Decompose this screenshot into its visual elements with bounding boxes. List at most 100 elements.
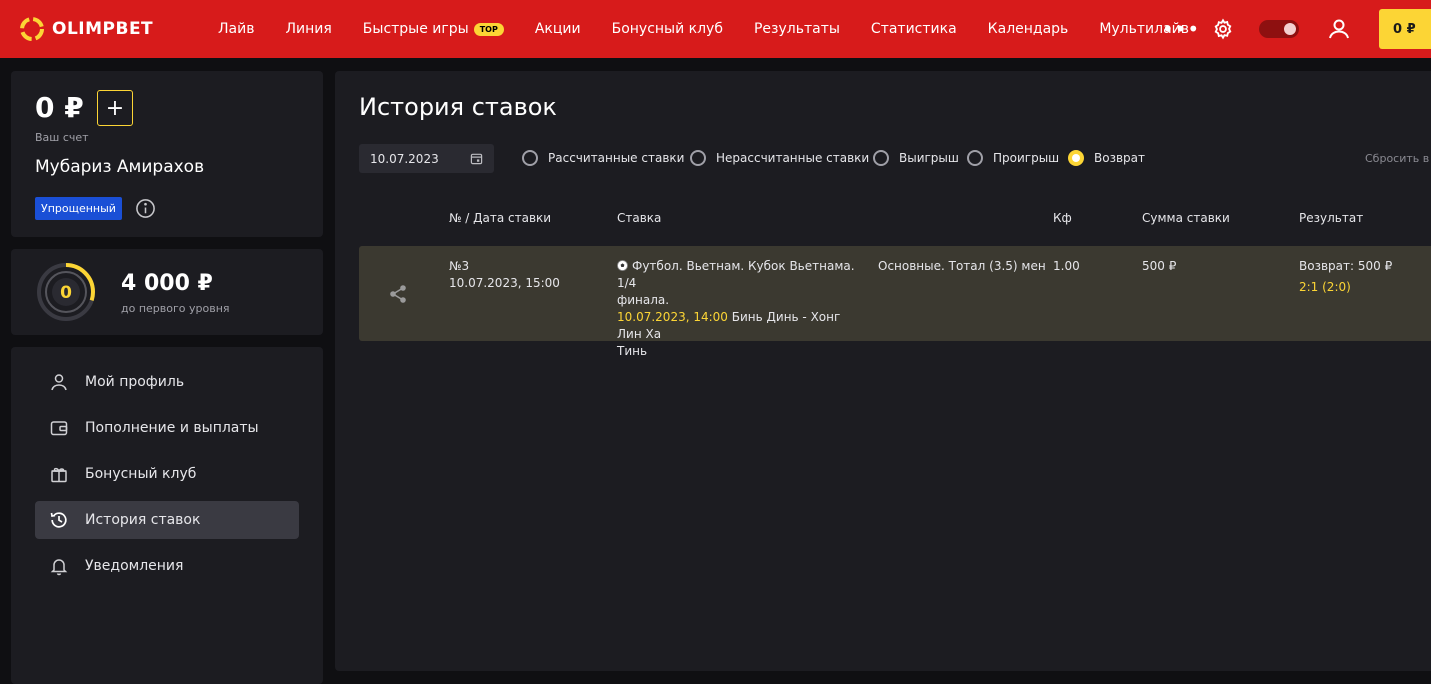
top-badge: TOP (473, 22, 504, 36)
menu-label: Мой профиль (85, 374, 185, 390)
filter-label: Рассчитанные ставки (548, 151, 685, 165)
reset-filters-link[interactable]: Сбросить в (1365, 152, 1429, 165)
result-score: 2:1 (2:0) (1299, 280, 1351, 294)
main-nav: Лайв Линия Быстрые игры TOP Акции Бонусны… (218, 0, 1220, 58)
radio-refund[interactable] (1068, 150, 1084, 166)
bet-event: Футбол. Вьетнам. Кубок Вьетнама. 1/4 фин… (617, 258, 862, 360)
nav-live[interactable]: Лайв (218, 21, 254, 37)
wallet-icon (50, 421, 68, 436)
bet-odds: 1.00 (1053, 259, 1080, 273)
logo[interactable]: OLIMPBET (18, 15, 153, 43)
calendar-icon (470, 153, 483, 165)
profile-button[interactable] (1324, 0, 1354, 58)
football-icon (617, 260, 628, 271)
filter-label: Проигрыш (993, 151, 1060, 165)
radio-settled[interactable] (522, 150, 538, 166)
column-header-bet: Ставка (617, 211, 662, 225)
nav-promos[interactable]: Акции (535, 21, 581, 37)
level-amount: 4 000 ₽ (121, 271, 213, 296)
toggle-track (1259, 20, 1299, 38)
more-menu-icon[interactable]: ••• (1162, 0, 1199, 58)
column-header-result: Результат (1299, 211, 1364, 225)
table-row[interactable]: №3 10.07.2023, 15:00 Футбол. Вьетнам. Ку… (359, 246, 1431, 358)
date-picker[interactable]: 10.07.2023 (359, 144, 494, 173)
page-title: История ставок (359, 93, 557, 121)
settings-button[interactable] (1210, 0, 1236, 58)
gear-icon (1214, 18, 1232, 40)
bet-history-panel: История ставок 10.07.2023 Рассчитанные с… (335, 71, 1431, 671)
nav-label: Акции (534, 21, 581, 37)
menu-item-payments[interactable]: Пополнение и выплаты (35, 409, 299, 447)
status-badge[interactable]: Упрощенный (35, 197, 122, 220)
filter-unsettled[interactable]: Нерассчитанные ставки (690, 150, 869, 166)
nav-label: Быстрые игры (362, 21, 469, 37)
nav-calendar[interactable]: Календарь (988, 21, 1069, 37)
account-panel: 0 ₽ + Ваш счет Мубариз Амирахов Упрощенн… (11, 71, 323, 237)
menu-item-bet-history[interactable]: История ставок (35, 501, 299, 539)
event-title-cont: финала. (617, 293, 670, 307)
menu-item-bonus-club[interactable]: Бонусный клуб (35, 455, 299, 493)
nav-label: Бонусный клуб (611, 21, 723, 37)
theme-toggle[interactable] (1258, 0, 1300, 58)
logo-text: OLIMPBET (52, 19, 154, 39)
filter-label: Возврат (1094, 151, 1145, 165)
menu-item-notifications[interactable]: Уведомления (35, 547, 299, 585)
column-header-stake: Сумма ставки (1142, 211, 1230, 225)
event-title: Футбол. Вьетнам. Кубок Вьетнама. 1/4 (617, 259, 855, 290)
history-icon (50, 512, 67, 528)
event-time: 10.07.2023, 14:00 (617, 310, 728, 324)
nav-label: Лайв (218, 21, 255, 37)
gift-icon (51, 467, 67, 483)
bet-date: 10.07.2023, 15:00 (449, 276, 560, 290)
level-panel[interactable]: 0 4 000 ₽ до первого уровня (11, 249, 323, 335)
column-header-number-date: № / Дата ставки (449, 211, 552, 225)
nav-line[interactable]: Линия (285, 21, 331, 37)
bet-result: Возврат: 500 ₽ 2:1 (2:0) (1299, 258, 1392, 296)
menu-label: История ставок (85, 512, 201, 528)
nav-label: Результаты (753, 21, 840, 37)
column-header-odds: Кф (1053, 211, 1072, 225)
account-name: Мубариз Амирахов (35, 157, 205, 177)
date-value: 10.07.2023 (370, 151, 439, 166)
share-icon[interactable] (387, 283, 409, 305)
top-header: OLIMPBET Лайв Линия Быстрые игры TOP Акци… (0, 0, 1431, 58)
info-icon[interactable] (135, 198, 156, 219)
filter-settled[interactable]: Рассчитанные ставки (522, 150, 684, 166)
user-icon (1329, 19, 1349, 39)
logo-icon (20, 17, 44, 41)
profile-menu: Мой профиль Пополнение и выплаты Бонусны… (11, 347, 323, 684)
filter-label: Выигрыш (899, 151, 959, 165)
filter-refund[interactable]: Возврат (1068, 150, 1145, 166)
bet-market: Основные. Тотал (3.5) мен (878, 259, 1046, 273)
nav-results[interactable]: Результаты (754, 21, 840, 37)
deposit-plus-button[interactable]: + (97, 90, 133, 126)
nav-fast-games[interactable]: Быстрые игры TOP (363, 21, 504, 37)
account-balance: 0 ₽ (35, 91, 84, 124)
menu-label: Бонусный клуб (85, 466, 197, 482)
filter-loss[interactable]: Проигрыш (967, 150, 1059, 166)
bell-icon (50, 559, 68, 576)
header-balance-button[interactable]: 0 ₽ (1379, 9, 1431, 49)
nav-bonus-club[interactable]: Бонусный клуб (612, 21, 723, 37)
nav-label: Статистика (870, 21, 957, 37)
user-icon (51, 374, 67, 391)
menu-label: Пополнение и выплаты (85, 420, 259, 436)
filter-label: Нерассчитанные ставки (716, 151, 870, 165)
nav-label: Линия (285, 21, 332, 37)
account-label: Ваш счет (35, 131, 89, 144)
filter-win[interactable]: Выигрыш (873, 150, 959, 166)
level-number: 0 (60, 283, 72, 303)
bet-stake: 500 ₽ (1142, 259, 1177, 273)
level-ring: 0 (37, 263, 95, 321)
moon-icon (1284, 23, 1296, 35)
menu-item-profile[interactable]: Мой профиль (35, 363, 299, 401)
nav-label: Календарь (987, 21, 1069, 37)
radio-win[interactable] (873, 150, 889, 166)
radio-unsettled[interactable] (690, 150, 706, 166)
radio-loss[interactable] (967, 150, 983, 166)
bet-number-date: №3 10.07.2023, 15:00 (449, 258, 560, 292)
level-label: до первого уровня (121, 302, 230, 315)
nav-statistics[interactable]: Статистика (871, 21, 957, 37)
menu-label: Уведомления (85, 558, 184, 574)
bet-number: №3 (449, 259, 470, 273)
